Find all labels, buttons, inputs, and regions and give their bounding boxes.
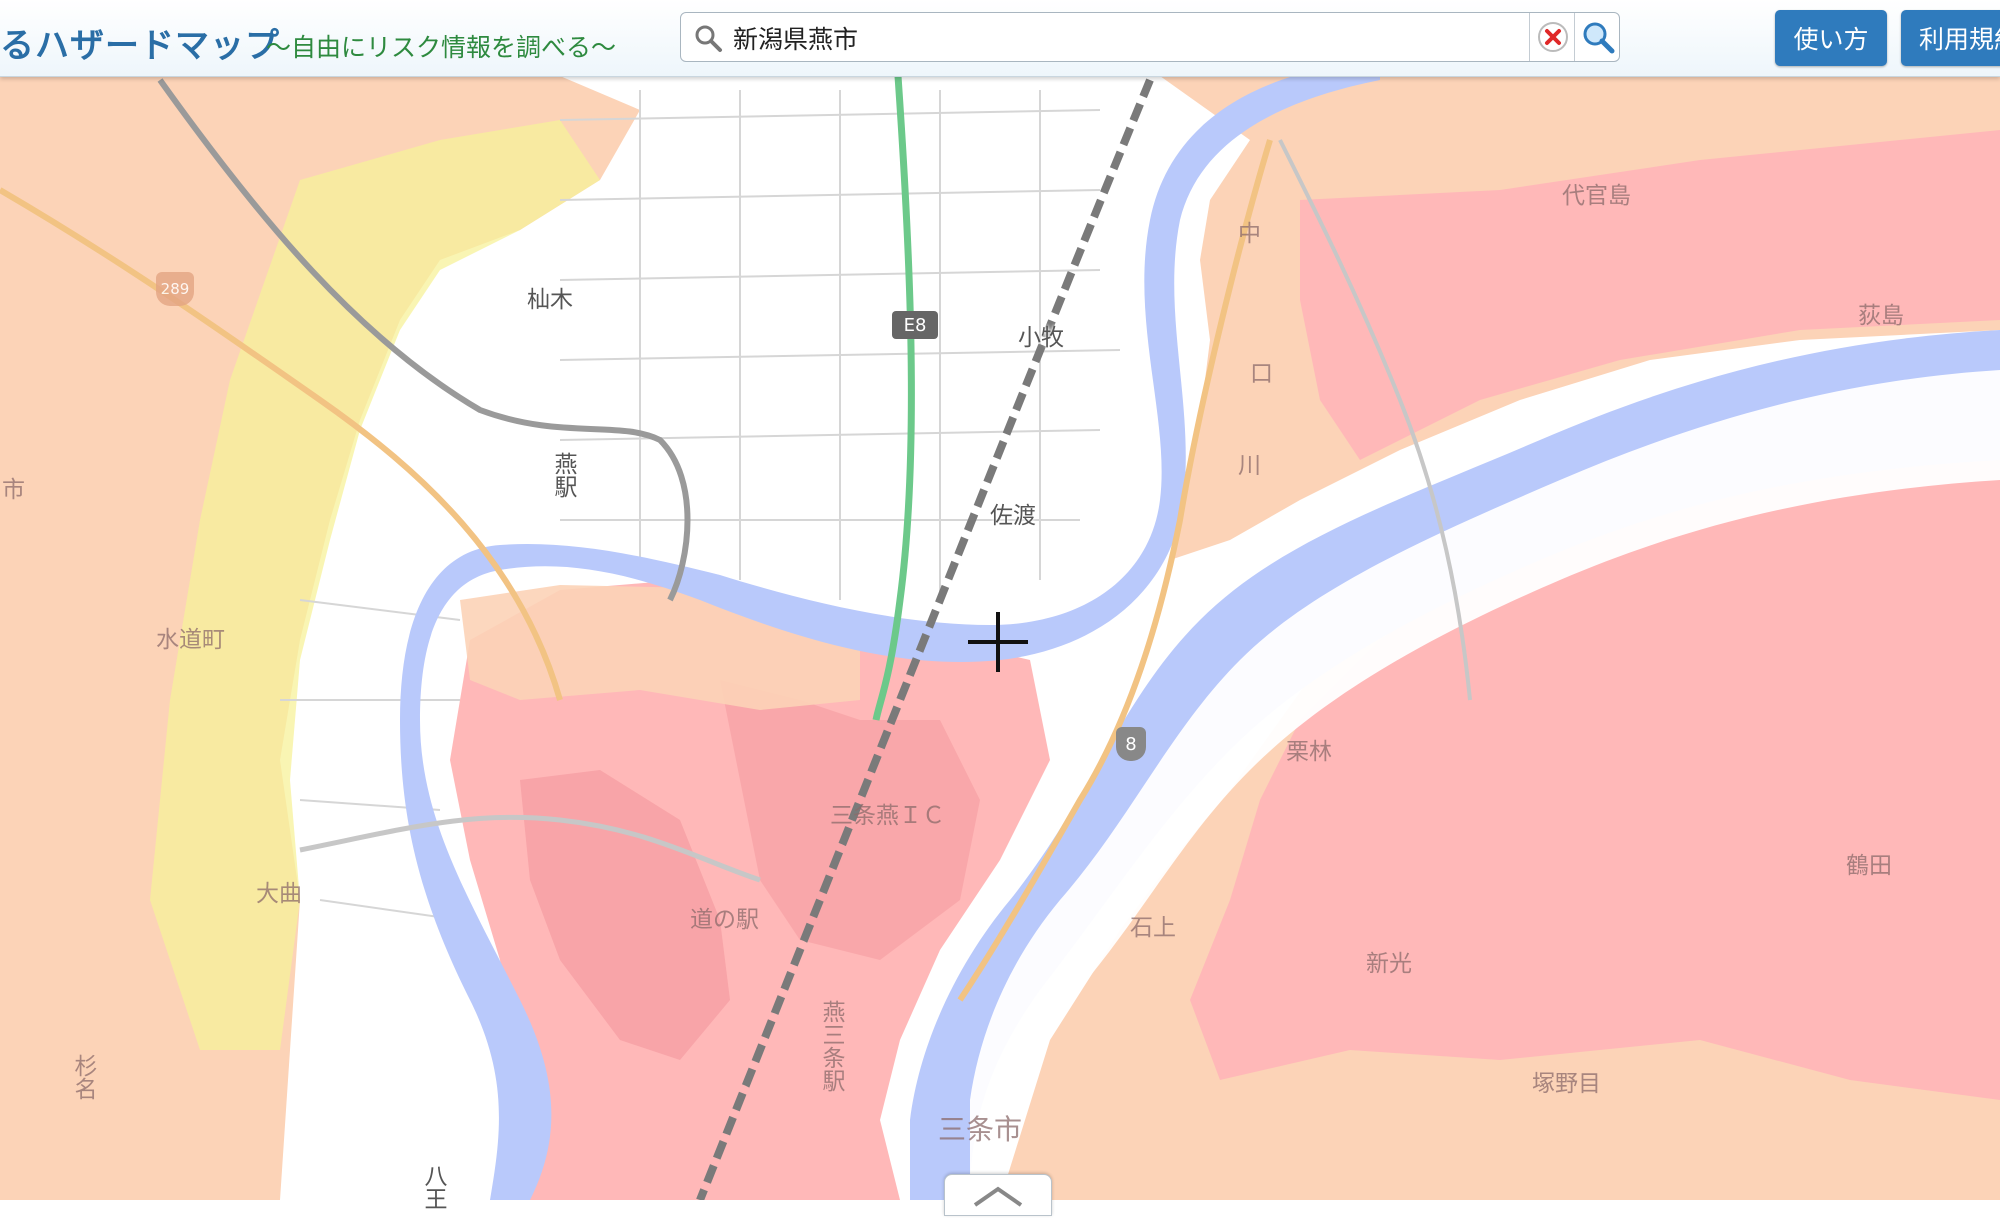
map-label-sanjo-city: 三条市 — [938, 1113, 1023, 1146]
map-label-tsubame-station: 燕駅 — [550, 452, 576, 498]
map-label-ichi: 市 — [2, 477, 25, 503]
app-subtitle: ～自由にリスク情報を調べる～ — [266, 33, 617, 62]
search-input[interactable] — [731, 19, 1205, 57]
map-label-hachi: 八王 — [420, 1164, 446, 1210]
app-title: るハザードマップ — [0, 26, 280, 66]
map-label-kawa: 川 — [1238, 453, 1261, 479]
map-label-kuribayashi: 栗林 — [1286, 739, 1332, 765]
map-label-komaki: 小牧 — [1018, 325, 1064, 351]
map-label-daikanjima: 代官島 — [1562, 183, 1631, 209]
map-label-michinoeki: 道の駅 — [690, 907, 759, 933]
expressway-shield: E8 — [892, 311, 938, 339]
map-center-crosshair — [968, 612, 1028, 672]
map-label-tsubamesanjo-ic: 三条燕ＩＣ — [830, 803, 945, 829]
hazard-map[interactable]: E8 8 289 杣木 小牧 佐渡 燕駅 水道町 大曲 杉名 八王 道の駅 三条… — [0, 0, 2000, 1216]
map-label-suidocho: 水道町 — [156, 627, 225, 653]
map-label-tsuruda: 鶴田 — [1846, 853, 1892, 879]
search-button[interactable] — [1574, 13, 1620, 61]
route289-shield: 289 — [156, 272, 194, 306]
terms-button[interactable]: 利用規約 — [1901, 10, 2000, 66]
clear-search-button[interactable] — [1529, 13, 1575, 61]
map-label-naka: 中 — [1238, 221, 1261, 247]
map-label-daikyoku: 大曲 — [256, 881, 302, 907]
app-header: るハザードマップ ～自由にリスク情報を調べる～ 使い方 利用規約 — [0, 0, 2000, 77]
map-label-sado: 佐渡 — [990, 503, 1036, 529]
map-label-ogijima: 荻島 — [1858, 303, 1904, 329]
close-icon — [1537, 22, 1568, 52]
panel-expand-tab[interactable] — [944, 1174, 1052, 1216]
chevron-up-icon — [973, 1186, 1023, 1207]
map-label-ishigami: 石上 — [1130, 915, 1176, 941]
map-label-sugina: 杉名 — [70, 1054, 96, 1100]
map-label-kuchi: 口 — [1250, 361, 1273, 387]
search-icon — [1583, 22, 1614, 54]
route8-shield: 8 — [1116, 727, 1146, 761]
map-label-tsukanome: 塚野目 — [1532, 1071, 1601, 1097]
map-canvas[interactable] — [0, 0, 2000, 1202]
map-label-tsubamesanjo-station: 燕三条駅 — [818, 1000, 844, 1092]
map-label-shinko: 新光 — [1366, 951, 1412, 977]
help-button[interactable]: 使い方 — [1775, 10, 1887, 66]
search-box — [680, 12, 1620, 62]
search-icon — [695, 25, 722, 52]
map-label-yuzuki: 杣木 — [527, 287, 573, 313]
